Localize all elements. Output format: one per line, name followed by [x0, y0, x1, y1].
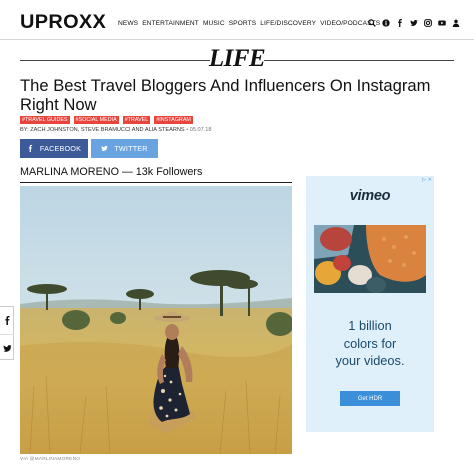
nav-item-news[interactable]: NEWS [118, 20, 138, 27]
ad-copy-line-1: 1 billion [348, 318, 392, 333]
facebook-icon [28, 145, 33, 152]
info-icon[interactable] [382, 19, 390, 27]
ad-choices[interactable]: ▷ ✕ [422, 177, 432, 183]
ad-copy-line-3: your videos. [335, 353, 405, 368]
vimeo-logo: vimeo [349, 188, 391, 204]
facebook-share-label: FACEBOOK [39, 144, 82, 153]
influencer-photo [20, 186, 292, 454]
tag-instagram[interactable]: #INSTAGRAM [154, 116, 193, 124]
tag-travel-guides[interactable]: #TRAVEL GUIDES [20, 116, 70, 124]
site-logo[interactable]: UPROXX [20, 12, 106, 34]
twitter-share-label: TWITTER [114, 144, 148, 153]
twitter-share-button[interactable]: TWITTER [91, 139, 158, 158]
photo-credit: VIA @MARLINAMORENO [20, 457, 81, 462]
nav-item-entertainment[interactable]: ENTERTAINMENT [142, 20, 199, 27]
byline: BY: ZACH JOHNSTON, STEVE BRAMUCCI AND AL… [20, 127, 212, 133]
nav-item-sports[interactable]: SPORTS [229, 20, 257, 27]
tag-travel[interactable]: #TRAVEL [122, 116, 151, 124]
nav-item-life-discovery[interactable]: LIFE/DISCOVERY [260, 20, 316, 27]
facebook-icon [4, 316, 10, 325]
main-nav: NEWS ENTERTAINMENT MUSIC SPORTS LIFE/DIS… [118, 20, 380, 27]
influencer-heading-rule [20, 182, 292, 183]
search-icon[interactable] [368, 19, 376, 27]
top-navigation: UPROXX NEWS ENTERTAINMENT MUSIC SPORTS L… [0, 0, 474, 40]
tag-social-media[interactable]: #SOCIAL MEDIA [73, 116, 119, 124]
youtube-icon[interactable] [438, 19, 446, 27]
facebook-icon[interactable] [396, 19, 404, 27]
nav-item-music[interactable]: MUSIC [203, 20, 225, 27]
vimeo-advertisement[interactable]: ▷ ✕ vimeo 1 billion colors for your vide… [306, 176, 434, 432]
influencer-heading: MARLINA MORENO — 13k Followers [20, 166, 203, 178]
instagram-icon[interactable] [424, 19, 432, 27]
article-headline: The Best Travel Bloggers And Influencers… [20, 76, 431, 114]
ad-choices-icon: ▷ [421, 177, 426, 183]
tag-list: #TRAVEL GUIDES #SOCIAL MEDIA #TRAVEL #IN… [20, 116, 193, 124]
twitter-icon [101, 145, 109, 152]
twitter-icon[interactable] [410, 19, 418, 27]
floating-share-bar [0, 306, 14, 360]
floating-twitter-button[interactable] [0, 334, 14, 361]
facebook-share-button[interactable]: FACEBOOK [20, 139, 88, 158]
ad-close-icon[interactable]: ✕ [428, 177, 432, 183]
ad-image [314, 225, 426, 293]
floating-facebook-button[interactable] [0, 307, 14, 334]
twitter-icon [2, 344, 12, 352]
header-icons [368, 19, 460, 27]
publish-date: 05.07.18 [189, 127, 212, 133]
byline-authors: BY: ZACH JOHNSTON, STEVE BRAMUCCI AND AL… [20, 127, 185, 133]
ad-copy-line-2: colors for [343, 335, 397, 351]
section-title[interactable]: LIFE [0, 45, 474, 73]
ad-cta-button[interactable]: Get HDR [340, 391, 400, 406]
ad-copy: 1 billion colors for your videos. [306, 317, 434, 370]
user-icon[interactable] [452, 19, 460, 27]
